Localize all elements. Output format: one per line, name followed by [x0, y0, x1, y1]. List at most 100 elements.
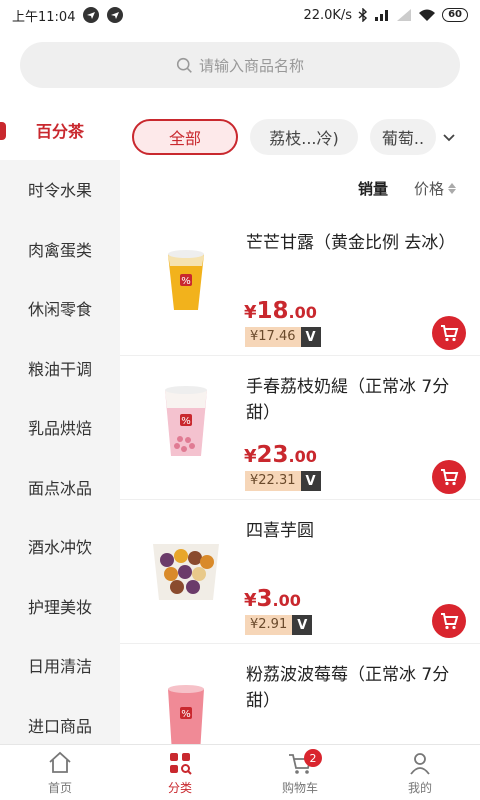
sidebar-item-label: 粮油干调: [27, 359, 92, 379]
svg-text:%: %: [181, 276, 191, 287]
price-integer: 18: [256, 298, 289, 324]
product-name: 芒芒甘露（黄金比例 去冰）: [246, 233, 456, 253]
vip-price-tag: ¥2.91 V: [245, 615, 313, 635]
sidebar-item-beauty-care[interactable]: 护理美妆: [0, 576, 120, 636]
sidebar-item-snacks[interactable]: 休闲零食: [0, 279, 120, 339]
price-decimal: .00: [288, 447, 317, 466]
product-image-lychee-milk-tea: %: [138, 370, 234, 470]
nav-mine-label: 我的: [407, 781, 432, 795]
vip-badge: V: [300, 471, 321, 491]
tab-label: 全部: [168, 129, 201, 148]
product-name: 粉荔波波莓莓（正常冰 7分甜）: [246, 665, 450, 711]
sidebar-item-meat-egg[interactable]: 肉禽蛋类: [0, 219, 120, 279]
vip-price-tag: ¥22.31 V: [245, 471, 321, 491]
bluetooth-icon: [358, 8, 368, 22]
product-name: 四喜芋圆: [246, 521, 314, 541]
cart-icon: [441, 325, 459, 342]
sidebar-item-label: 进口商品: [27, 716, 92, 736]
nav-category[interactable]: 分类: [120, 745, 240, 800]
price-integer: 3: [256, 586, 273, 612]
tab-lychee[interactable]: 荔枝...冷): [250, 119, 358, 155]
tab-all[interactable]: 全部: [132, 119, 238, 155]
nav-home[interactable]: 首页: [0, 745, 120, 800]
signal-hd-icon: [375, 10, 389, 21]
product-card[interactable]: 四喜芋圆 ¥3.00 ¥2.91 V: [120, 500, 480, 644]
subcategory-tabs: 全部 荔枝...冷) 葡萄..: [120, 112, 480, 162]
sidebar-item-label: 酒水冲饮: [27, 538, 92, 558]
price-decimal: .00: [288, 303, 317, 322]
product-image-pink-berry-drink: %: [138, 658, 234, 744]
sidebar-item-noodles-frozen[interactable]: 面点冰品: [0, 457, 120, 517]
category-icon: [170, 753, 192, 775]
vip-price-tag: ¥17.46 V: [245, 327, 321, 347]
sidebar-item-label: 乳品烘焙: [27, 419, 92, 439]
battery-indicator: 60: [442, 8, 468, 22]
sort-price-button[interactable]: 价格: [414, 178, 456, 199]
sidebar-item-label: 面点冰品: [27, 478, 92, 498]
nav-cart-label: 购物车: [281, 781, 318, 795]
vip-price: ¥22.31: [245, 471, 301, 491]
add-to-cart-button[interactable]: [432, 460, 466, 494]
search-bar[interactable]: 请输入商品名称: [20, 42, 460, 88]
add-to-cart-button[interactable]: [432, 604, 466, 638]
price-integer: 23: [256, 442, 289, 468]
nav-mine[interactable]: 我的: [360, 745, 480, 800]
sidebar-item-cleaning[interactable]: 日用清洁: [0, 636, 120, 696]
sidebar-item-label: 休闲零食: [27, 300, 92, 320]
cart-icon: [441, 613, 459, 630]
sort-arrows-icon: [448, 182, 456, 194]
price-decimal: .00: [272, 591, 301, 610]
product-card[interactable]: % 粉荔波波莓莓（正常冰 7分甜）: [120, 644, 480, 744]
sort-bar: 销量 价格: [120, 170, 480, 206]
currency-symbol: ¥: [244, 590, 257, 611]
sort-sales-button[interactable]: 销量: [358, 178, 388, 199]
category-sidebar: 百分茶 时令水果 肉禽蛋类 休闲零食 粮油干调 乳品烘焙 面点冰品 酒水冲饮 护…: [0, 100, 120, 744]
search-icon: [176, 57, 192, 73]
vip-badge: V: [300, 327, 321, 347]
notification-icon-2: [107, 7, 124, 23]
sidebar-item-label: 百分茶: [35, 121, 84, 141]
status-right: 22.0K/s 60: [303, 8, 468, 23]
notification-icon: [83, 7, 100, 23]
tab-grape[interactable]: 葡萄..: [370, 119, 436, 155]
wifi-icon: [419, 9, 436, 21]
nav-home-label: 首页: [47, 781, 72, 795]
sidebar-item-label: 时令水果: [27, 181, 92, 201]
user-icon: [410, 753, 430, 775]
status-bar: 上午11:04 22.0K/s 60: [0, 0, 480, 30]
sidebar-item-seasonal-fruit[interactable]: 时令水果: [0, 160, 120, 220]
cart-count-badge: 2: [304, 749, 322, 767]
bottom-nav: 首页 分类 2 购物车 我的: [0, 744, 480, 800]
tab-label: 葡萄..: [381, 129, 425, 148]
sidebar-item-label: 日用清洁: [27, 657, 92, 677]
vip-badge: V: [292, 615, 313, 635]
sidebar-item-drinks[interactable]: 酒水冲饮: [0, 517, 120, 577]
sidebar-item-grain-oil[interactable]: 粮油干调: [0, 338, 120, 398]
search-placeholder: 请输入商品名称: [198, 56, 304, 75]
chevron-down-icon[interactable]: [440, 129, 458, 147]
home-icon: [49, 751, 71, 773]
tab-label: 荔枝...冷): [269, 129, 339, 148]
sidebar-item-label: 肉禽蛋类: [27, 240, 92, 260]
sidebar-item-baifencha[interactable]: 百分茶: [0, 100, 120, 160]
product-card[interactable]: % 手春荔枝奶緹（正常冰 7分甜） ¥23.00 ¥22.31 V: [120, 356, 480, 500]
svg-text:%: %: [181, 709, 191, 720]
product-price: ¥23.00: [244, 442, 317, 468]
sidebar-item-label: 护理美妆: [27, 597, 92, 617]
status-left: 上午11:04: [12, 6, 124, 25]
sidebar-item-dairy-baking[interactable]: 乳品烘焙: [0, 398, 120, 458]
nav-cart[interactable]: 2 购物车: [240, 745, 360, 800]
cart-icon: [441, 469, 459, 486]
add-to-cart-button[interactable]: [432, 316, 466, 350]
network-speed: 22.0K/s: [303, 7, 353, 23]
status-time: 上午11:04: [12, 9, 76, 25]
nav-category-label: 分类: [167, 781, 192, 795]
sidebar-item-imported[interactable]: 进口商品: [0, 695, 120, 744]
product-name: 手春荔枝奶緹（正常冰 7分甜）: [246, 377, 450, 423]
svg-text:%: %: [181, 416, 191, 427]
currency-symbol: ¥: [244, 446, 257, 467]
product-card[interactable]: % 芒芒甘露（黄金比例 去冰） ¥18.00 ¥17.46 V: [120, 212, 480, 356]
product-price: ¥18.00: [244, 298, 317, 324]
product-image-taro-balls: [138, 514, 234, 614]
signal-empty-icon: [397, 9, 412, 21]
